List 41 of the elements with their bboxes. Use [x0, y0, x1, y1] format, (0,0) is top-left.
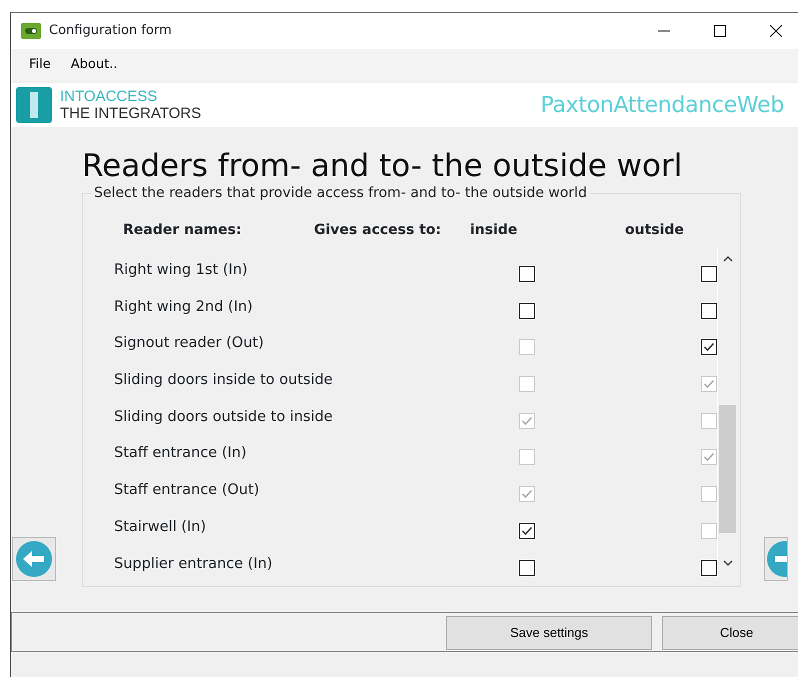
reader-name: Sliding doors inside to outside	[114, 371, 334, 390]
column-header: Gives access to:	[314, 221, 442, 240]
product-name: PaxtonAttendanceWeb	[540, 92, 784, 120]
logo-icon	[16, 87, 52, 123]
brand-tagline: THE INTEGRATORS	[60, 105, 202, 122]
checkbox[interactable]	[701, 302, 717, 319]
group-legend: Select the readers that provide access from- and to- the outside world	[91, 184, 590, 202]
column-header: outside	[625, 221, 685, 240]
menu-item[interactable]: File	[19, 53, 61, 77]
checkbox[interactable]	[701, 339, 717, 356]
checkbox[interactable]	[519, 522, 535, 539]
column-header: Reader names:	[123, 221, 242, 240]
reader-name: Stairwell (In)	[114, 518, 207, 537]
menu-item[interactable]: About..	[60, 53, 128, 77]
reader-name: Right wing 1st (In)	[114, 261, 249, 280]
window-title: Configuration form	[49, 22, 172, 40]
scroll-down-icon	[722, 559, 732, 567]
checkbox[interactable]	[519, 302, 535, 319]
reader-name: Right wing 2nd (In)	[114, 298, 254, 317]
checkbox[interactable]	[519, 266, 535, 282]
brand-name: INTOACCESS	[60, 88, 158, 105]
reader-name: Signout reader (Out)	[114, 334, 265, 354]
back-button[interactable]	[12, 537, 56, 581]
save-button[interactable]: Save settings	[446, 616, 652, 650]
page-heading: Readers from- and to- the outside worl	[82, 147, 684, 185]
scrollbar-thumb[interactable]	[719, 405, 736, 533]
next-button[interactable]	[764, 537, 788, 581]
scroll-up-icon	[722, 255, 732, 263]
column-header: inside	[470, 221, 518, 240]
close-icon	[770, 25, 782, 37]
maximize-icon	[714, 25, 726, 37]
checkbox[interactable]	[701, 560, 717, 576]
checkbox[interactable]	[519, 560, 535, 576]
checkbox[interactable]	[701, 266, 717, 282]
app-icon	[21, 23, 41, 39]
reader-name: Supplier entrance (In)	[114, 554, 274, 574]
reader-name: Staff entrance (Out)	[114, 481, 260, 500]
reader-name: Sliding doors outside to inside	[114, 408, 334, 427]
right-arrow-icon	[766, 540, 787, 578]
close-button[interactable]: Close	[662, 616, 798, 650]
reader-name: Staff entrance (In)	[114, 444, 248, 464]
